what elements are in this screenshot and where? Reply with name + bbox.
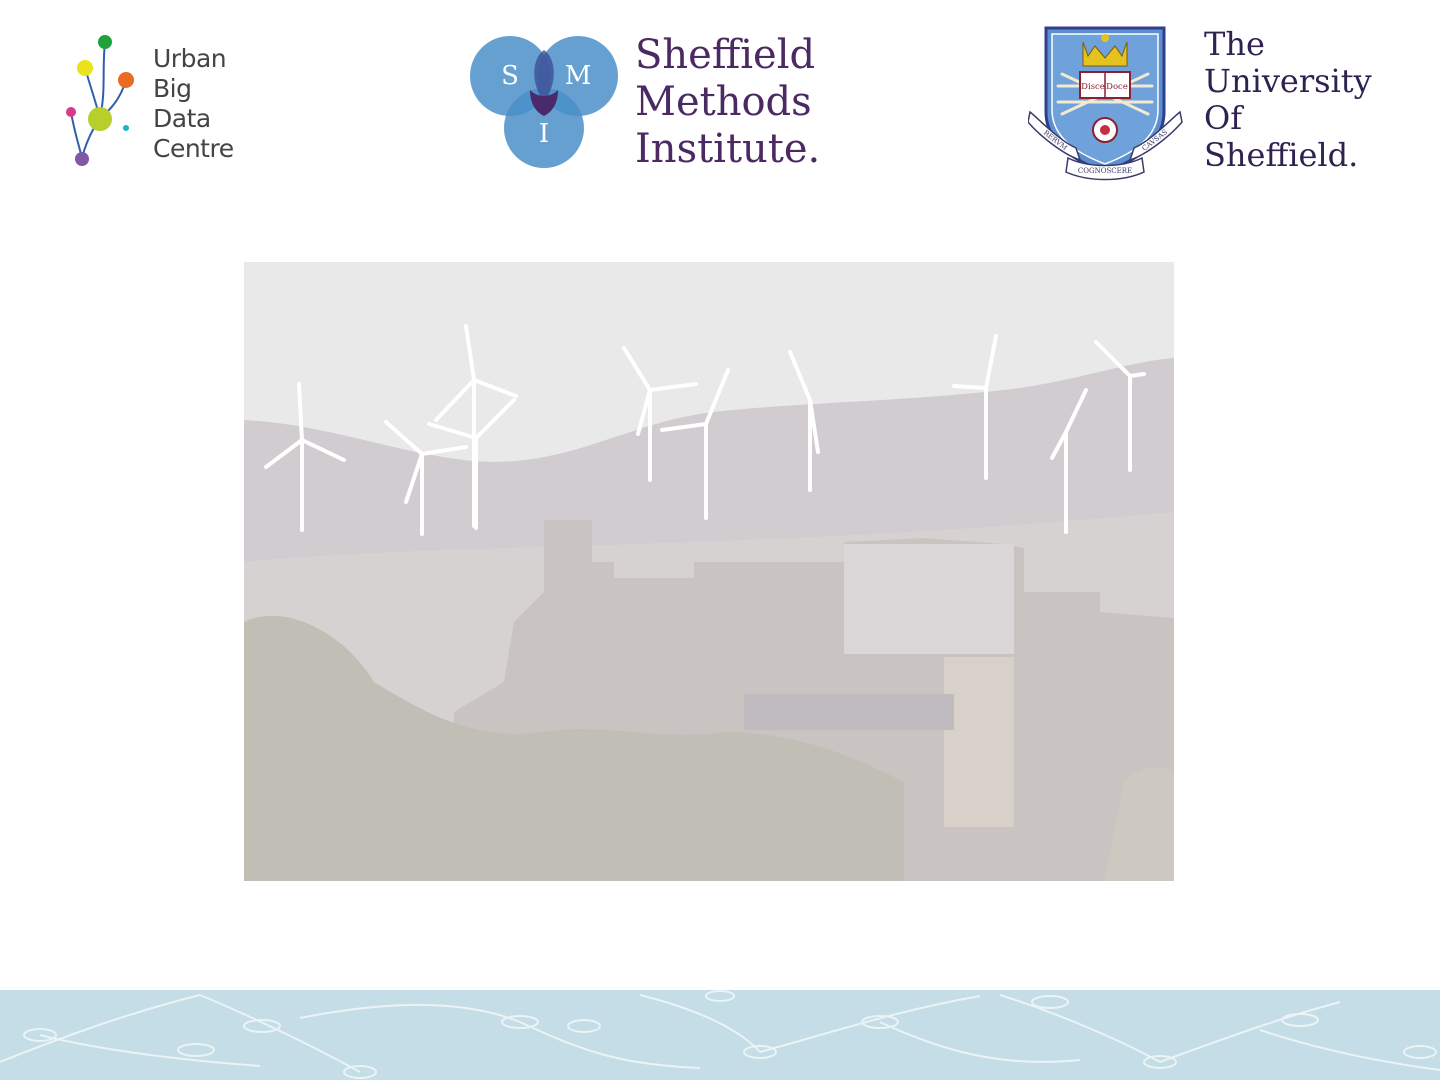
smi-logo-text: Sheffield Methods Institute. (635, 32, 820, 173)
footer-network-banner (0, 990, 1440, 1080)
ubdc-line: Centre (153, 134, 234, 163)
uos-logo: Disce Doce RERVM COGNOSCERE CAVSAS The U… (1028, 22, 1388, 182)
uos-crest-icon: Disce Doce RERVM COGNOSCERE CAVSAS (1028, 26, 1183, 181)
network-nodes-pattern (0, 990, 1440, 1079)
uos-line: The (1204, 25, 1265, 63)
smi-letter-m: M (565, 61, 592, 91)
smi-line: Institute. (635, 126, 821, 172)
uos-line: Of (1204, 99, 1243, 137)
ubdc-logo: Urban Big Data Centre (60, 30, 260, 170)
ubdc-logo-text: Urban Big Data Centre (153, 44, 234, 164)
castle-windfarm-photo (244, 262, 1174, 881)
uos-line: Sheffield. (1204, 136, 1359, 174)
crest-motto-center: COGNOSCERE (1078, 167, 1132, 175)
ubdc-line: Data (153, 104, 211, 133)
uos-line: University (1204, 62, 1372, 100)
ubdc-network-icon (66, 35, 134, 166)
smi-letter-s: S (501, 61, 519, 91)
smi-venn-icon: S M I (470, 36, 618, 168)
crest-book-right: Doce (1106, 82, 1128, 92)
smi-logo: S M I Sheffield Methods Institute. (468, 28, 848, 173)
smi-line: Sheffield (635, 32, 816, 78)
crest-book-left: Disce (1081, 82, 1105, 92)
ubdc-line: Big (153, 74, 192, 103)
smi-letter-i: I (539, 119, 549, 149)
ubdc-line: Urban (153, 44, 227, 73)
smi-line: Methods (635, 79, 812, 125)
uos-logo-text: The University Of Sheffield. (1204, 26, 1372, 174)
